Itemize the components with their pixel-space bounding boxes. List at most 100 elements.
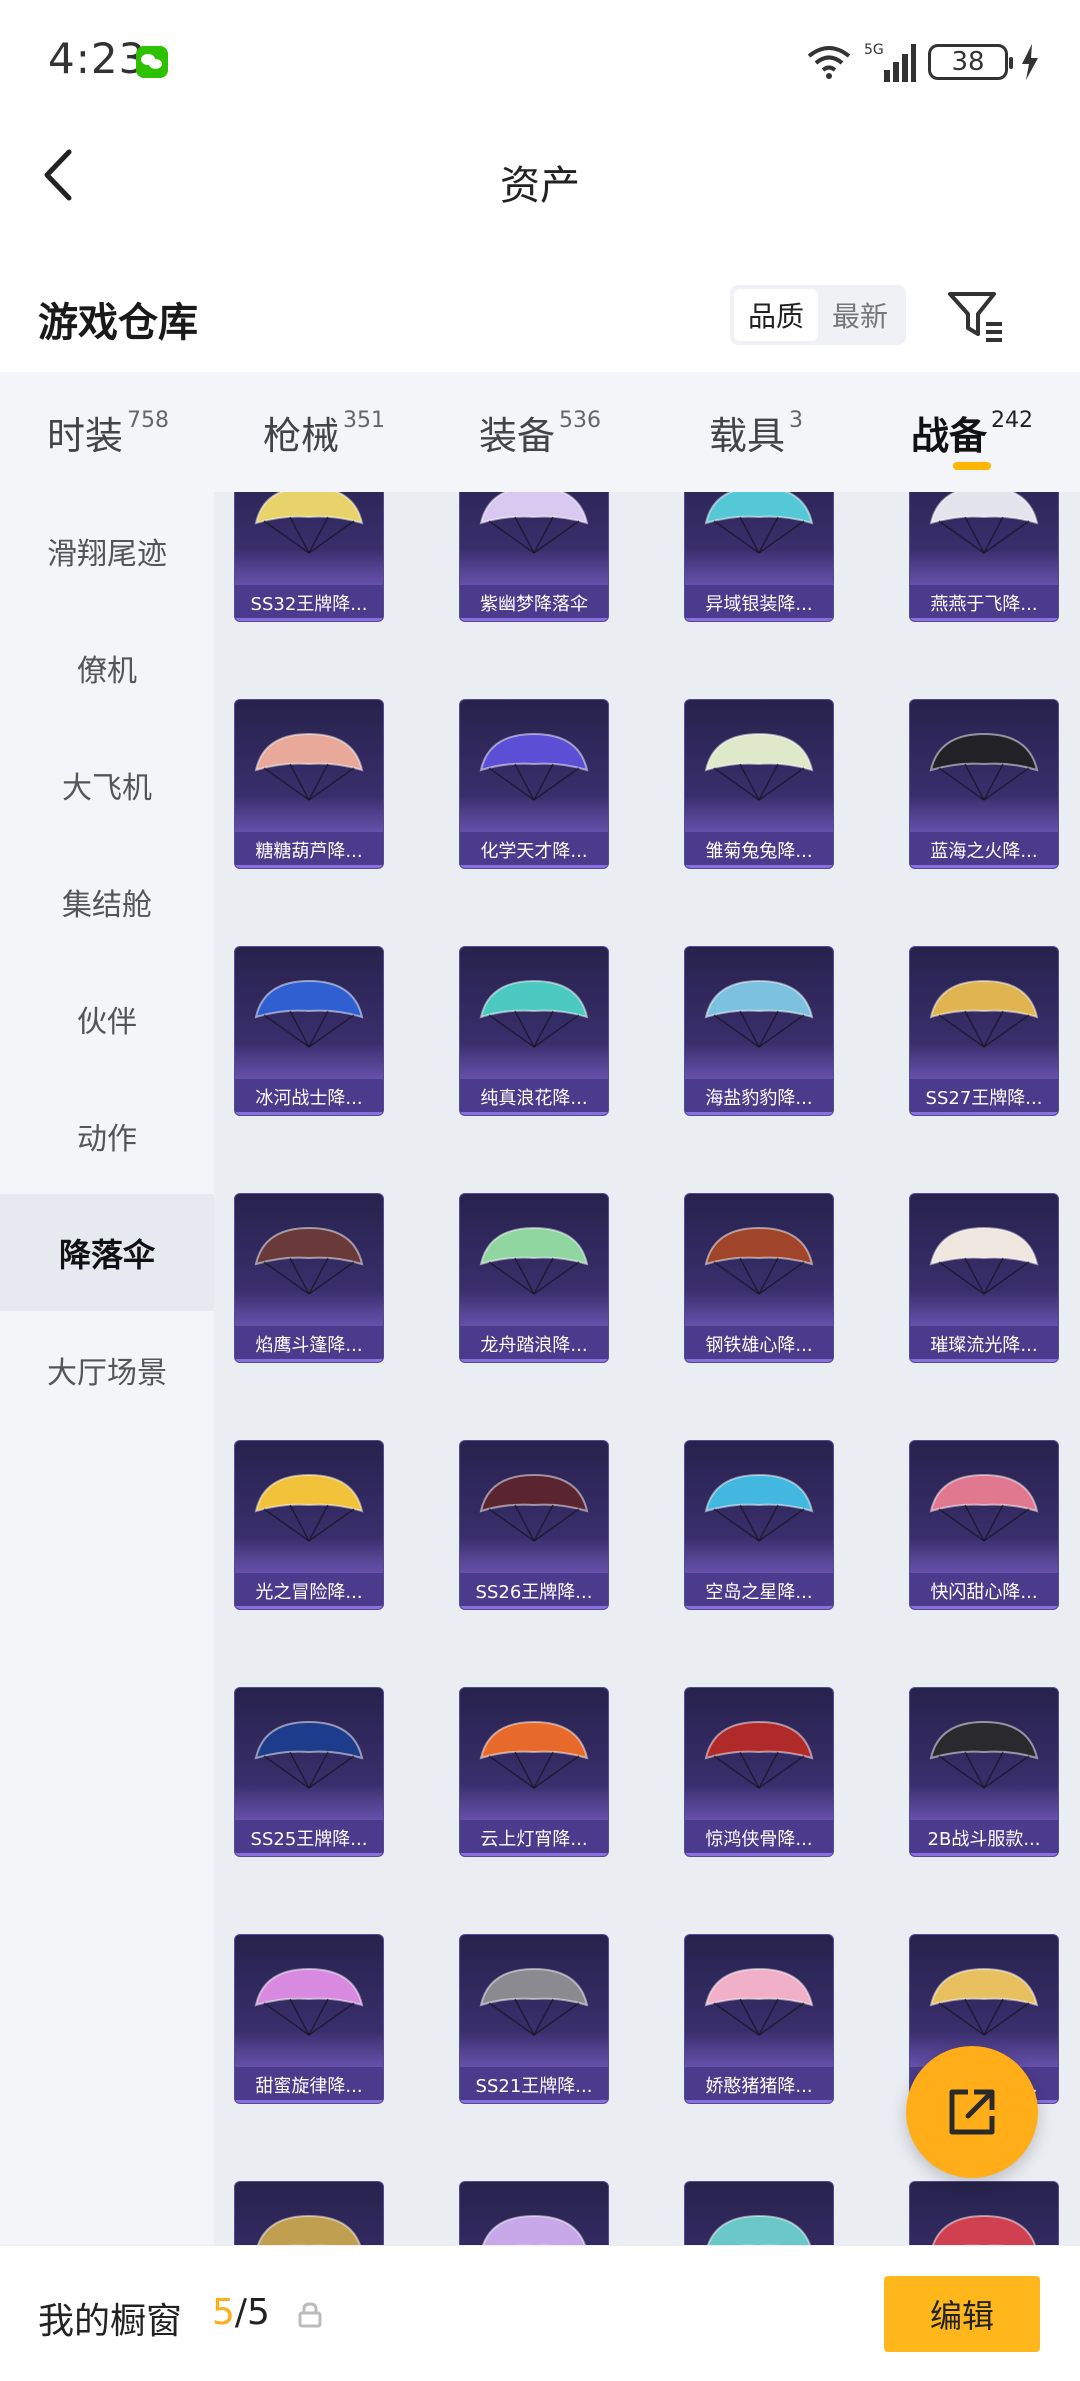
parachute-item[interactable]: 雏菊兔兔降... <box>684 699 834 869</box>
parachute-thumbnail <box>929 732 1039 801</box>
parachute-item-name: 焰鹰斗篷降... <box>235 1326 383 1362</box>
parachute-item[interactable]: 焰鹰斗篷降... <box>234 1193 384 1363</box>
parachute-item[interactable]: 紫幽梦降落伞 <box>459 492 609 622</box>
parachute-item-name: 纯真浪花降... <box>460 1079 608 1115</box>
sidebar-item[interactable]: 伙伴 <box>0 960 214 1077</box>
signal-icon: 5G <box>864 42 916 82</box>
parachute-item[interactable]: 甜蜜旋律降... <box>234 1934 384 2104</box>
category-tab[interactable]: 装备 536 <box>432 372 648 492</box>
parachute-thumbnail <box>704 1720 814 1789</box>
parachute-item[interactable] <box>684 2181 834 2245</box>
parachute-item[interactable]: 纯真浪花降... <box>459 946 609 1116</box>
parachute-item[interactable]: 化学天才降... <box>459 699 609 869</box>
parachute-item-name: 异域银装降... <box>685 585 833 621</box>
parachute-item[interactable]: SS25王牌降... <box>234 1687 384 1857</box>
sort-toggle: 品质 最新 <box>730 285 906 345</box>
charging-icon <box>1022 44 1038 80</box>
parachute-item[interactable]: 冰河战士降... <box>234 946 384 1116</box>
parachute-item-name: 冰河战士降... <box>235 1079 383 1115</box>
parachute-item[interactable] <box>459 2181 609 2245</box>
status-indicators: 5G 38 <box>806 40 1040 84</box>
parachute-item-name: 惊鸿侠骨降... <box>685 1820 833 1856</box>
parachute-item[interactable]: SS26王牌降... <box>459 1440 609 1610</box>
category-tab[interactable]: 载具 3 <box>648 372 864 492</box>
parachute-item-name: 云上灯宵降... <box>460 1820 608 1856</box>
item-grid-area[interactable]: SS32王牌降... 紫幽梦降落伞 异域银装降... 燕燕于飞降... 糖糖葫芦降...… <box>214 492 1080 2245</box>
parachute-thumbnail <box>929 492 1039 554</box>
share-button[interactable] <box>906 2046 1038 2178</box>
sort-option-newest[interactable]: 最新 <box>818 289 902 341</box>
parachute-item[interactable]: 海盐豹豹降... <box>684 946 834 1116</box>
parachute-item[interactable] <box>234 2181 384 2245</box>
sidebar-item[interactable]: 大厅场景 <box>0 1311 214 1428</box>
edit-button[interactable]: 编辑 <box>884 2276 1040 2352</box>
parachute-thumbnail <box>479 1967 589 2036</box>
category-tab[interactable]: 枪械 351 <box>216 372 432 492</box>
showcase-count: 5/5 <box>212 2292 270 2333</box>
parachute-item[interactable]: 糖糖葫芦降... <box>234 699 384 869</box>
category-tab-label: 装备 <box>478 413 555 458</box>
category-tab[interactable]: 时装 758 <box>0 372 216 492</box>
parachute-item[interactable]: 光之冒险降... <box>234 1440 384 1610</box>
parachute-item[interactable]: 云上灯宵降... <box>459 1687 609 1857</box>
parachute-item-name: 璀璨流光降... <box>910 1326 1058 1362</box>
parachute-item[interactable]: 2B战斗服款... <box>909 1687 1059 1857</box>
parachute-item-name: SS21王牌降... <box>460 2067 608 2103</box>
parachute-item-name: 雏菊兔兔降... <box>685 832 833 868</box>
wifi-icon <box>807 46 851 79</box>
battery-level: 38 <box>951 47 985 77</box>
parachute-item-name: 钢铁雄心降... <box>685 1326 833 1362</box>
parachute-item-name: 化学天才降... <box>460 832 608 868</box>
category-tab[interactable]: 战备 242 <box>864 372 1080 492</box>
parachute-thumbnail <box>704 1226 814 1295</box>
parachute-thumbnail <box>254 1967 364 2036</box>
parachute-item-name: 龙舟踏浪降... <box>460 1326 608 1362</box>
sidebar-item[interactable]: 滑翔尾迹 <box>0 492 214 609</box>
sort-option-quality[interactable]: 品质 <box>734 289 818 341</box>
sidebar-item[interactable]: 僚机 <box>0 609 214 726</box>
showcase-label: 我的橱窗 <box>38 2301 183 2342</box>
filter-icon <box>948 292 1002 342</box>
category-tab-label: 载具 <box>708 413 785 458</box>
parachute-thumbnail <box>257 2214 361 2245</box>
parachute-thumbnail <box>482 2214 586 2245</box>
lock-icon <box>298 2302 322 2328</box>
parachute-thumbnail <box>704 1473 814 1542</box>
sidebar-item[interactable]: 降落伞 <box>0 1194 214 1311</box>
category-tab-count: 3 <box>789 407 803 433</box>
status-time: 4:23 <box>48 34 147 83</box>
parachute-item[interactable] <box>909 2181 1059 2245</box>
item-grid: SS32王牌降... 紫幽梦降落伞 异域银装降... 燕燕于飞降... 糖糖葫芦降...… <box>234 492 1059 2245</box>
sidebar-item[interactable]: 集结舱 <box>0 843 214 960</box>
category-tab-count: 536 <box>559 407 601 433</box>
category-tab-label: 时装 <box>46 413 123 458</box>
parachute-item[interactable]: 龙舟踏浪降... <box>459 1193 609 1363</box>
parachute-thumbnail <box>479 1226 589 1295</box>
parachute-item[interactable]: 璀璨流光降... <box>909 1193 1059 1363</box>
parachute-item[interactable]: SS32王牌降... <box>234 492 384 622</box>
parachute-item[interactable]: 异域银装降... <box>684 492 834 622</box>
parachute-item[interactable]: SS21王牌降... <box>459 1934 609 2104</box>
filter-button[interactable] <box>946 288 1006 344</box>
warehouse-header: 游戏仓库 品质 最新 <box>0 260 1080 370</box>
parachute-thumbnail <box>704 732 814 801</box>
parachute-item-name: 海盐豹豹降... <box>685 1079 833 1115</box>
sidebar-item[interactable]: 大飞机 <box>0 726 214 843</box>
battery-indicator: 38 <box>928 44 1013 80</box>
sidebar-item[interactable]: 动作 <box>0 1077 214 1194</box>
parachute-item[interactable]: 惊鸿侠骨降... <box>684 1687 834 1857</box>
parachute-thumbnail <box>479 1473 589 1542</box>
parachute-item[interactable]: 燕燕于飞降... <box>909 492 1059 622</box>
parachute-item[interactable]: SS27王牌降... <box>909 946 1059 1116</box>
parachute-item[interactable]: 蓝海之火降... <box>909 699 1059 869</box>
share-icon <box>949 2089 995 2135</box>
parachute-item[interactable]: 空岛之星降... <box>684 1440 834 1610</box>
parachute-item[interactable]: 娇憨猪猪降... <box>684 1934 834 2104</box>
parachute-thumbnail <box>929 1967 1039 2036</box>
category-tab-count: 758 <box>127 407 169 433</box>
parachute-thumbnail <box>929 1473 1039 1542</box>
category-tab-label: 枪械 <box>262 413 339 458</box>
parachute-item[interactable]: 钢铁雄心降... <box>684 1193 834 1363</box>
parachute-thumbnail <box>479 492 589 554</box>
parachute-item[interactable]: 快闪甜心降... <box>909 1440 1059 1610</box>
